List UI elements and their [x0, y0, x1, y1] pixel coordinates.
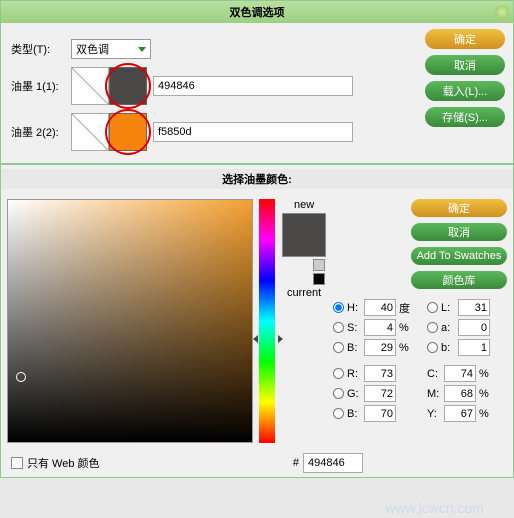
g-label: G: — [347, 388, 361, 400]
hue-slider[interactable] — [259, 199, 275, 443]
hex-hash-label: # — [293, 457, 299, 469]
y-label: Y: — [427, 408, 441, 420]
s-input[interactable] — [364, 319, 396, 336]
close-icon[interactable] — [495, 5, 509, 19]
bb-radio[interactable] — [333, 408, 344, 419]
c-input[interactable] — [444, 365, 476, 382]
cancel-button[interactable]: 取消 — [425, 55, 505, 75]
picker-title: 选择油墨颜色: — [1, 169, 513, 189]
new-label: new — [281, 199, 327, 211]
ink2-color-swatch[interactable] — [109, 113, 147, 151]
type-label: 类型(T): — [11, 41, 71, 57]
picker-cancel-button[interactable]: 取消 — [411, 223, 507, 241]
type-value: 双色调 — [76, 41, 109, 57]
l-label: L: — [441, 302, 455, 314]
preview-column: new current — [281, 199, 327, 443]
color-lib-button[interactable]: 颜色库 — [411, 271, 507, 289]
ink2-hex-input[interactable] — [153, 122, 353, 142]
ink1-curve-swatch[interactable] — [71, 67, 109, 105]
g-input[interactable] — [364, 385, 396, 402]
ink1-hex-input[interactable] — [153, 76, 353, 96]
chevron-down-icon — [138, 47, 146, 52]
y-input[interactable] — [444, 405, 476, 422]
bb-label: B: — [347, 408, 361, 420]
h-label: H: — [347, 302, 361, 314]
add-swatches-button[interactable]: Add To Swatches — [411, 247, 507, 265]
ink2-label: 油墨 2(2): — [11, 124, 71, 140]
m-label: M: — [427, 388, 441, 400]
b-label: B: — [347, 342, 361, 354]
ink1-label: 油墨 1(1): — [11, 78, 71, 94]
color-field[interactable] — [7, 199, 253, 443]
save-button[interactable]: 存储(S)... — [425, 107, 505, 127]
r-radio[interactable] — [333, 368, 344, 379]
watermark-text: www.jcwcn.com — [385, 500, 484, 516]
bl-label: b: — [441, 342, 455, 354]
duotone-title: 双色调选项 — [230, 4, 285, 20]
web-only-label: 只有 Web 颜色 — [27, 455, 100, 471]
cube-icon[interactable] — [313, 259, 325, 271]
l-radio[interactable] — [427, 302, 438, 313]
load-button[interactable]: 载入(L)... — [425, 81, 505, 101]
bl-input[interactable] — [458, 339, 490, 356]
s-radio[interactable] — [333, 322, 344, 333]
b-radio[interactable] — [333, 342, 344, 353]
h-input[interactable] — [364, 299, 396, 316]
bl-radio[interactable] — [427, 342, 438, 353]
duotone-panel: 双色调选项 类型(T): 双色调 油墨 1(1): 油墨 2(2): — [0, 0, 514, 164]
bb-input[interactable] — [364, 405, 396, 422]
m-input[interactable] — [444, 385, 476, 402]
gamut-warning-icon[interactable] — [313, 273, 325, 285]
ok-button[interactable]: 确定 — [425, 29, 505, 49]
a-input[interactable] — [458, 319, 490, 336]
b-input[interactable] — [364, 339, 396, 356]
current-label: current — [281, 287, 327, 299]
type-dropdown[interactable]: 双色调 — [71, 39, 151, 59]
color-picker-panel: 选择油墨颜色: new current 确定 取消 Add To Swatche… — [0, 164, 514, 478]
s-label: S: — [347, 322, 361, 334]
h-radio[interactable] — [333, 302, 344, 313]
c-label: C: — [427, 368, 441, 380]
ink1-color-swatch[interactable] — [109, 67, 147, 105]
color-cursor-icon — [16, 372, 26, 382]
hue-thumb-icon — [253, 335, 283, 343]
picker-ok-button[interactable]: 确定 — [411, 199, 507, 217]
duotone-titlebar[interactable]: 双色调选项 — [1, 1, 513, 23]
web-only-checkbox[interactable] — [11, 457, 23, 469]
a-label: a: — [441, 322, 455, 334]
new-color-swatch[interactable] — [282, 213, 326, 257]
ink2-curve-swatch[interactable] — [71, 113, 109, 151]
r-label: R: — [347, 368, 361, 380]
a-radio[interactable] — [427, 322, 438, 333]
g-radio[interactable] — [333, 388, 344, 399]
hex-input[interactable] — [303, 453, 363, 473]
r-input[interactable] — [364, 365, 396, 382]
l-input[interactable] — [458, 299, 490, 316]
